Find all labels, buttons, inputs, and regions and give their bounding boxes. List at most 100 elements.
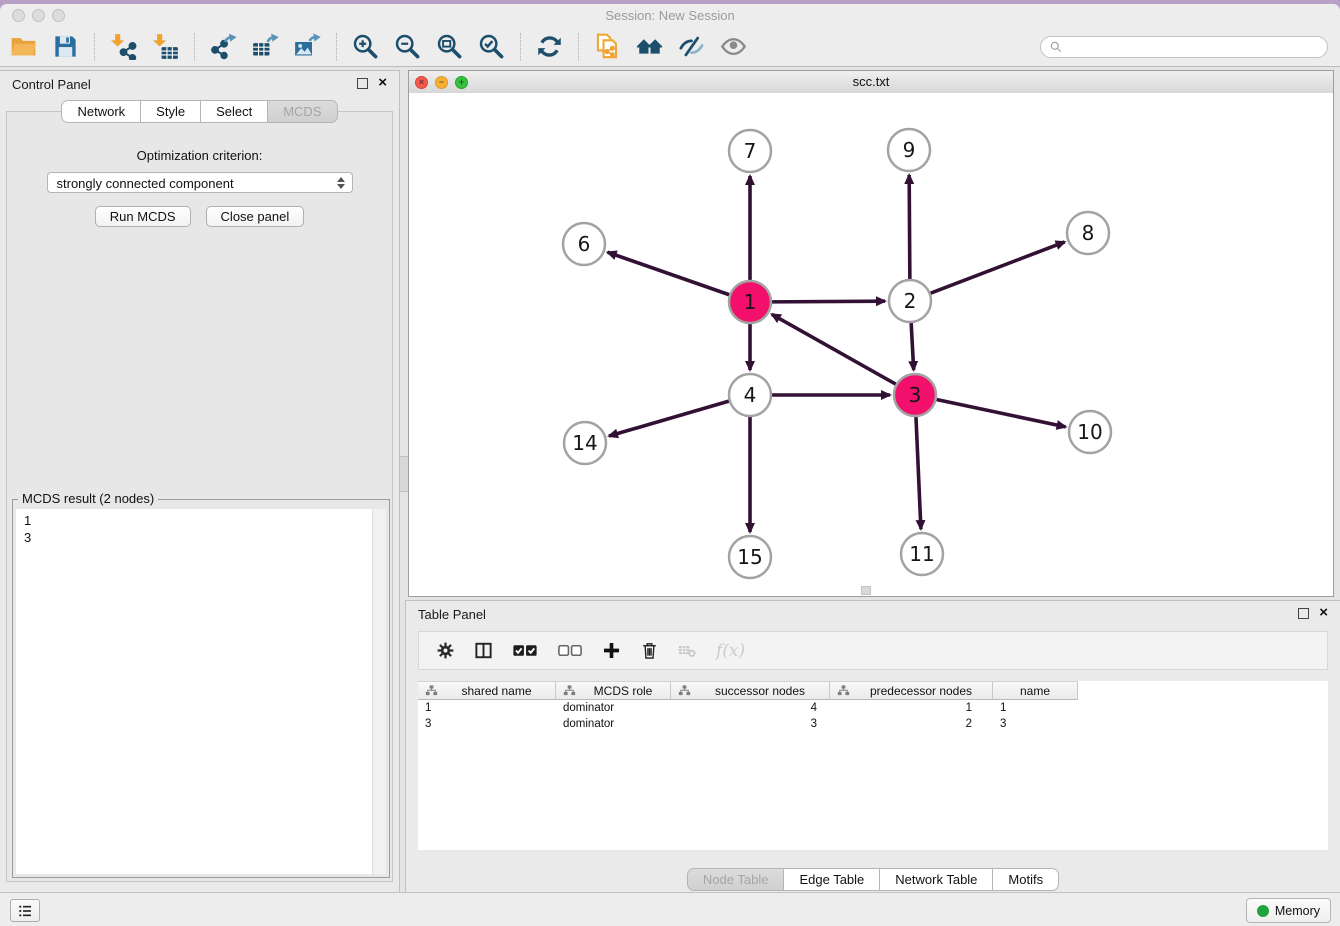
apply-layout-button[interactable] — [534, 32, 564, 62]
add-column-button[interactable] — [602, 639, 621, 663]
export-table-button[interactable] — [250, 32, 280, 62]
table-tabs: Node TableEdge TableNetwork TableMotifs — [406, 868, 1340, 891]
zoom-fit-button[interactable] — [434, 32, 464, 62]
task-list-icon — [17, 903, 33, 919]
table-tab-edge-table[interactable]: Edge Table — [784, 868, 880, 891]
node-label-6: 6 — [578, 232, 591, 256]
edge-3-11[interactable] — [916, 417, 921, 529]
table-row[interactable]: 3dominator323 — [418, 716, 1328, 732]
toolbar-separator — [336, 33, 338, 61]
close-panel-button[interactable]: Close panel — [206, 206, 305, 227]
zoom-out-button[interactable] — [392, 32, 422, 62]
edge-2-3[interactable] — [911, 323, 914, 370]
mcds-result-textarea[interactable]: 13 — [16, 509, 386, 874]
tab-style[interactable]: Style — [141, 100, 201, 123]
select-stepper-icon — [337, 176, 346, 190]
node-label-9: 9 — [903, 138, 916, 162]
eye-icon — [720, 33, 747, 60]
search-input[interactable] — [1068, 39, 1319, 55]
table-options-button[interactable] — [436, 639, 455, 663]
zoom-in-button[interactable] — [350, 32, 380, 62]
table-toolbar: f(x) — [418, 631, 1328, 670]
first-neighbors-button[interactable] — [634, 32, 664, 62]
close-panel-icon[interactable]: × — [378, 77, 387, 89]
result-scrollbar[interactable] — [372, 509, 386, 874]
column-header-predecessor-nodes[interactable]: predecessor nodes — [830, 681, 993, 700]
column-header-mcds-role[interactable]: MCDS role — [556, 681, 671, 700]
network-canvas[interactable]: 7968124314101511 — [409, 93, 1333, 596]
import-table-button[interactable] — [150, 32, 180, 62]
open-session-button[interactable] — [8, 32, 38, 62]
run-mcds-button[interactable]: Run MCDS — [95, 206, 191, 227]
zoom-selected-button[interactable] — [476, 32, 506, 62]
table-cell: dominator — [556, 716, 671, 732]
tab-select[interactable]: Select — [201, 100, 268, 123]
table-cell: 1 — [830, 700, 993, 716]
delete-column-button[interactable] — [640, 639, 659, 663]
delete-table-button[interactable] — [678, 639, 697, 663]
hide-selected-button[interactable] — [676, 32, 706, 62]
network-close-button[interactable]: × — [415, 76, 428, 89]
network-window-title: scc.txt — [409, 71, 1333, 93]
function-fx-icon: f(x) — [716, 641, 745, 661]
table-header-row: shared nameMCDS rolesuccessor nodesprede… — [418, 681, 1328, 700]
select-all-columns-button[interactable] — [512, 639, 538, 663]
column-header-name[interactable]: name — [993, 681, 1078, 700]
table-tab-network-table[interactable]: Network Table — [880, 868, 993, 891]
save-session-button[interactable] — [50, 32, 80, 62]
function-builder-button[interactable]: f(x) — [716, 639, 745, 663]
network-minimize-button[interactable]: − — [435, 76, 448, 89]
canvas-handle[interactable] — [861, 586, 871, 595]
import-table-icon — [152, 33, 179, 60]
main-toolbar — [0, 27, 1340, 67]
column-label: name — [993, 684, 1077, 698]
table-cell: 1 — [993, 700, 1078, 716]
float-panel-icon[interactable] — [357, 78, 368, 89]
network-view-window: × − + scc.txt 7968124314101511 — [408, 70, 1334, 597]
show-columns-button[interactable] — [474, 639, 493, 663]
node-label-4: 4 — [744, 383, 757, 407]
table-tab-motifs[interactable]: Motifs — [993, 868, 1059, 891]
edge-2-9[interactable] — [909, 175, 910, 279]
task-history-button[interactable] — [10, 899, 40, 922]
edge-2-8[interactable] — [931, 242, 1065, 293]
column-label: shared name — [438, 684, 555, 698]
column-header-shared-name[interactable]: shared name — [418, 681, 556, 700]
tab-network[interactable]: Network — [61, 100, 141, 123]
edge-1-6[interactable] — [608, 252, 730, 294]
search-box[interactable] — [1040, 36, 1328, 58]
table-cell: 3 — [418, 716, 556, 732]
mcds-result-groupbox: MCDS result (2 nodes) 13 — [12, 499, 390, 878]
float-table-panel-icon[interactable] — [1298, 608, 1309, 619]
import-network-button[interactable] — [108, 32, 138, 62]
zoom-selected-icon — [478, 33, 505, 60]
column-header-successor-nodes[interactable]: successor nodes — [671, 681, 830, 700]
tab-mcds[interactable]: MCDS — [268, 100, 337, 123]
deselect-all-columns-button[interactable] — [557, 639, 583, 663]
network-graph: 7968124314101511 — [409, 93, 1333, 596]
network-window-titlebar: × − + scc.txt — [409, 71, 1333, 94]
criterion-select[interactable]: strongly connected component — [47, 172, 353, 193]
edge-4-14[interactable] — [609, 401, 729, 436]
search-icon — [1049, 40, 1063, 54]
copy-network-button[interactable] — [592, 32, 622, 62]
toolbar-separator — [194, 33, 196, 61]
close-table-panel-icon[interactable]: × — [1319, 607, 1328, 619]
export-image-button[interactable] — [292, 32, 322, 62]
control-panel-header: Control Panel × — [0, 71, 399, 97]
toolbar-separator — [94, 33, 96, 61]
eye-slash-icon — [678, 33, 705, 60]
show-all-button[interactable] — [718, 32, 748, 62]
memory-button[interactable]: Memory — [1246, 898, 1331, 923]
table-cell: dominator — [556, 700, 671, 716]
edge-3-10[interactable] — [937, 400, 1066, 427]
edge-3-1[interactable] — [772, 314, 896, 384]
node-label-10: 10 — [1077, 420, 1102, 444]
export-network-button[interactable] — [208, 32, 238, 62]
edge-1-2[interactable] — [772, 301, 885, 302]
table-tab-node-table[interactable]: Node Table — [687, 868, 785, 891]
mcds-result-title: MCDS result (2 nodes) — [18, 491, 158, 506]
table-row[interactable]: 1dominator411 — [418, 700, 1328, 716]
gear-icon — [436, 641, 455, 660]
network-zoom-button[interactable]: + — [455, 76, 468, 89]
